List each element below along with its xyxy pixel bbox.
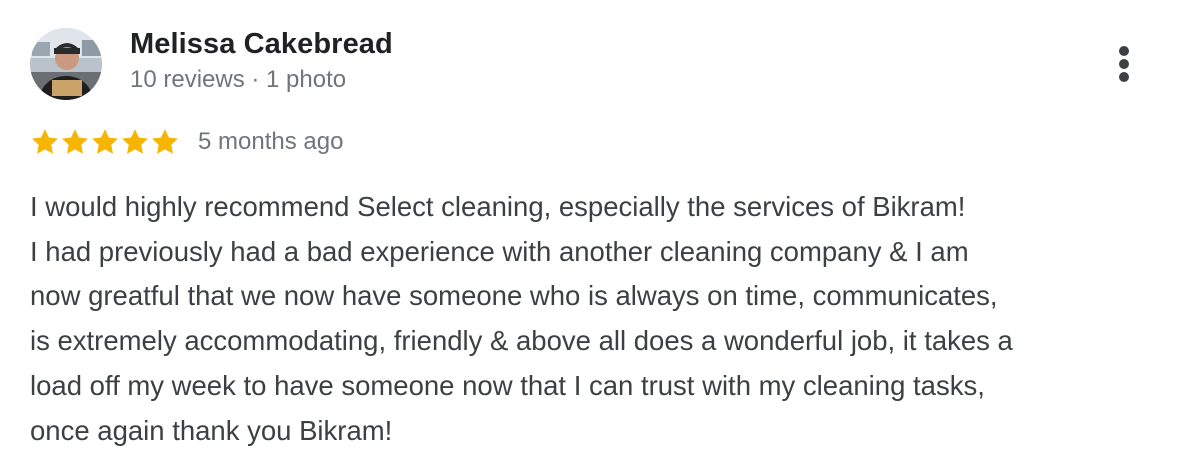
review-text-line: once again thank you Bikram!: [30, 414, 393, 446]
star-rating: [30, 127, 180, 157]
star-icon: [92, 129, 118, 154]
rating-row: 5 months ago: [30, 124, 343, 160]
review-card: Melissa Cakebread 10 reviews · 1 photo 5…: [0, 0, 1200, 456]
avatar-image: [30, 28, 102, 100]
reviewer-name[interactable]: Melissa Cakebread: [130, 28, 393, 61]
star-icon: [152, 129, 178, 154]
star-icon: [122, 129, 148, 154]
review-text-line: I would highly recommend Select cleaning…: [30, 191, 966, 222]
review-text-line: I had previously had a bad experience wi…: [30, 235, 969, 267]
review-date: 5 months ago: [198, 128, 344, 155]
reviewer-meta[interactable]: 10 reviews · 1 photo: [130, 66, 346, 94]
star-icon: [32, 129, 58, 154]
avatar[interactable]: [30, 28, 102, 100]
review-text-line: now greatful that we now have someone wh…: [30, 280, 998, 312]
review-text-line: load off my week to have someone now tha…: [30, 369, 985, 401]
review-text-line: is extremely accommodating, friendly & a…: [30, 325, 1013, 357]
more-options-button[interactable]: [1104, 40, 1144, 88]
review-text: I would highly recommend Select cleaning…: [30, 185, 1180, 453]
star-icon: [62, 129, 88, 154]
